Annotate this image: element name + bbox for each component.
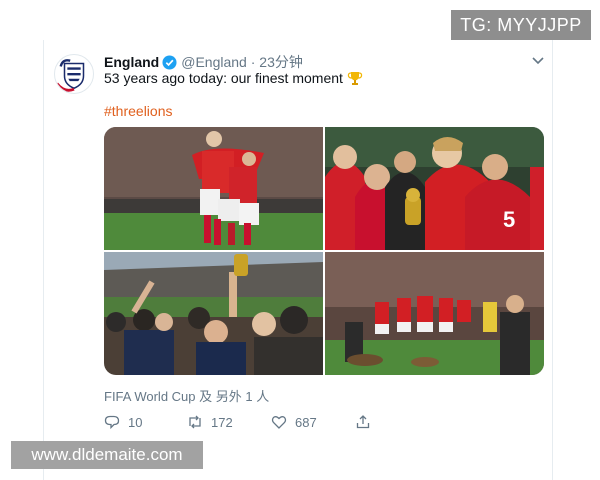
- watermark-top: TG: MYYJJPP: [451, 10, 591, 40]
- media-grid: 5: [104, 127, 544, 375]
- like-button[interactable]: 687: [271, 412, 317, 432]
- trophy-raised-crowd-photo[interactable]: [104, 252, 323, 375]
- retweet-icon: [189, 415, 201, 429]
- tweet-time[interactable]: 23分钟: [259, 54, 303, 70]
- share-icon: [356, 415, 370, 429]
- svg-text:5: 5: [503, 207, 515, 232]
- header-separator: ·: [250, 54, 256, 70]
- reply-count: 10: [128, 414, 143, 430]
- trophy-emoji-icon: [347, 70, 363, 86]
- hashtag-link[interactable]: #threelions: [104, 103, 173, 119]
- trophy-celebration-photo[interactable]: 5: [325, 127, 544, 250]
- tagged-users-link[interactable]: FIFA World Cup 及 另外 1 人: [104, 386, 269, 405]
- tweet-actions: 10 172 687: [104, 412, 404, 432]
- reply-button[interactable]: 10: [104, 412, 142, 432]
- verified-badge-icon: [162, 55, 177, 70]
- watermark-bottom: www.dldemaite.com: [11, 441, 203, 469]
- heart-icon: [271, 416, 287, 429]
- players-embracing-photo[interactable]: [104, 127, 323, 250]
- timeline-border-left: [43, 40, 44, 480]
- timeline-border-right: [552, 40, 553, 480]
- tweet-text: 53 years ago today: our finest moment: [104, 70, 343, 86]
- like-count: 687: [295, 414, 317, 430]
- england-crest-icon: [55, 59, 85, 92]
- team-lap-of-honour-photo[interactable]: [325, 252, 544, 375]
- retweet-count: 172: [211, 414, 233, 430]
- tweet-header: England @England · 23分钟: [104, 52, 303, 72]
- retweet-button[interactable]: 172: [187, 412, 233, 432]
- author-name[interactable]: England: [104, 54, 159, 70]
- reply-icon: [104, 415, 120, 430]
- tweet-text-row: 53 years ago today: our finest moment: [104, 70, 363, 86]
- chevron-down-icon[interactable]: [530, 52, 546, 68]
- avatar[interactable]: [54, 54, 94, 94]
- author-handle[interactable]: @England: [181, 54, 247, 70]
- share-button[interactable]: [355, 412, 379, 432]
